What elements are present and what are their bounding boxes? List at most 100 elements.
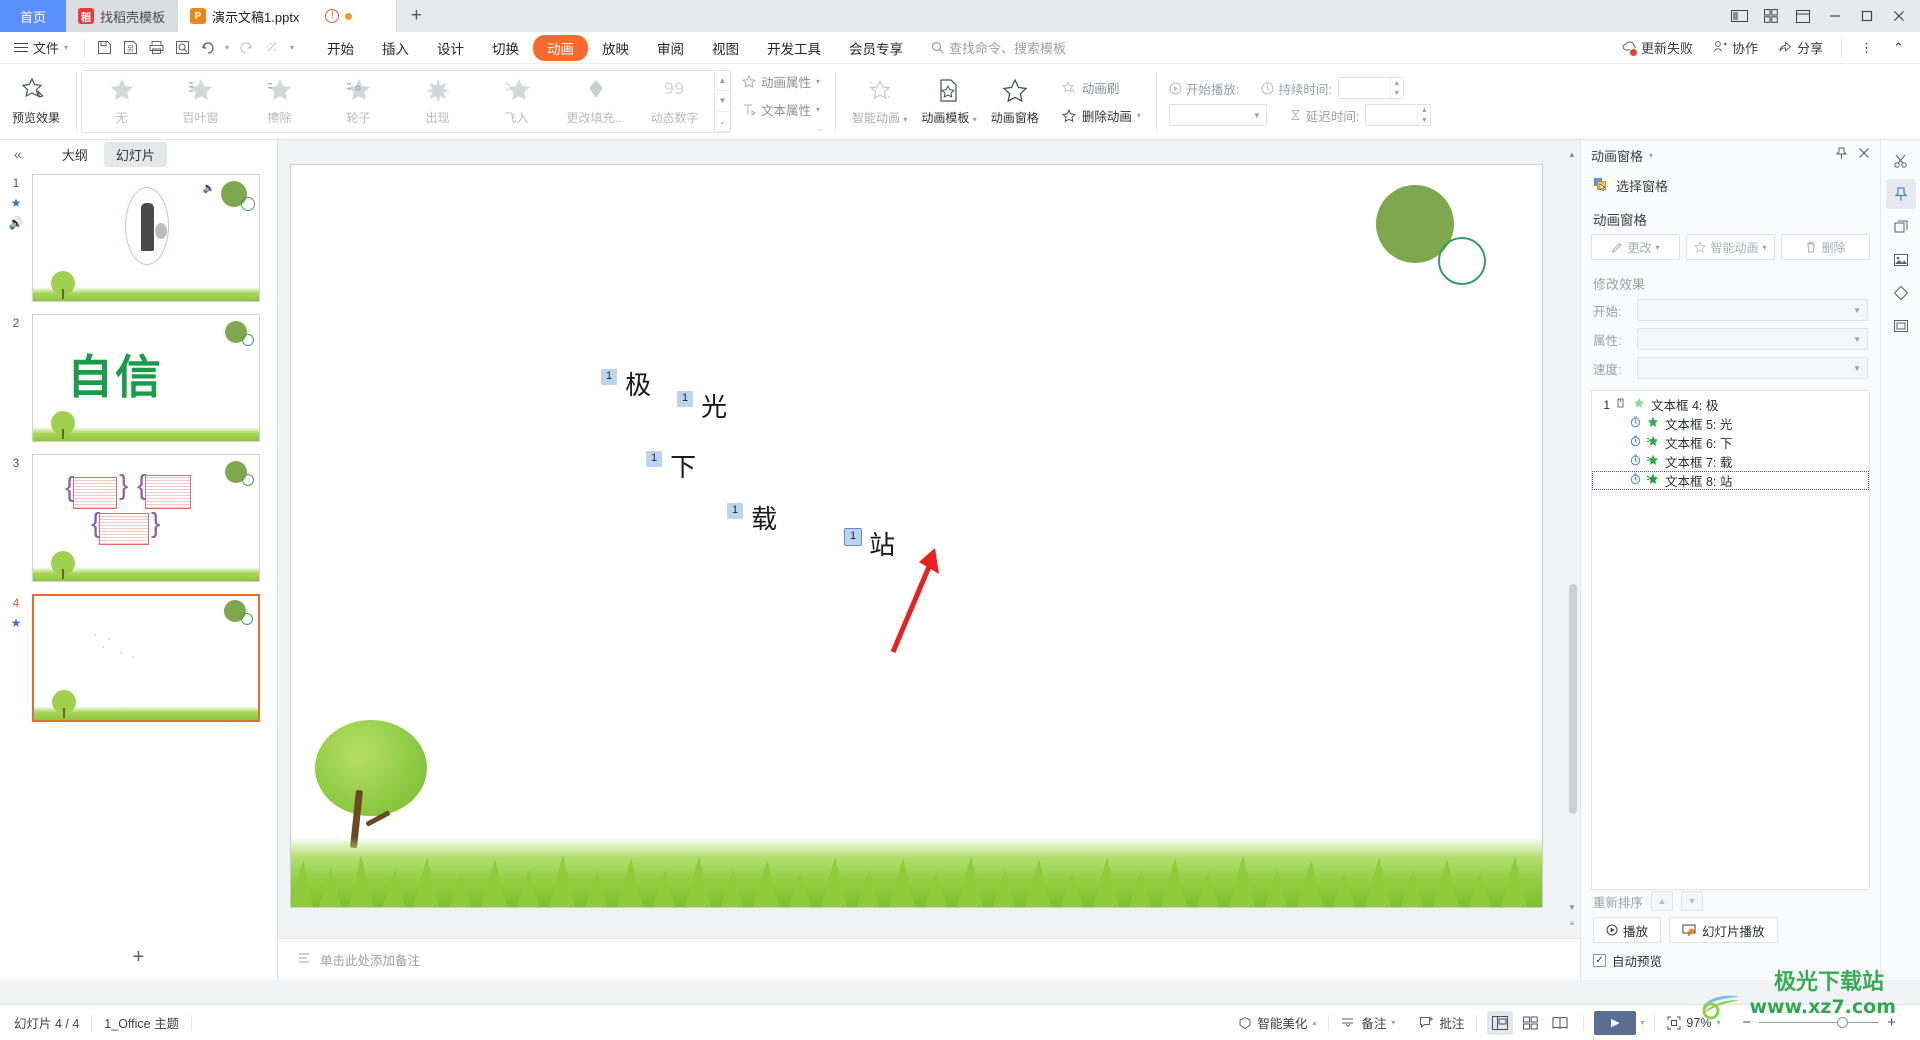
text-property-button[interactable]: 文本属性 ▾ xyxy=(735,97,827,122)
format-painter-icon[interactable] xyxy=(259,36,285,60)
anim-blinds[interactable]: 百叶窗 xyxy=(161,71,240,132)
anim-appear[interactable]: 出现 xyxy=(398,71,477,132)
pin-icon[interactable] xyxy=(1835,147,1848,163)
canvas-scrollbar[interactable]: ▲ ▼ ≡ xyxy=(1566,150,1578,930)
print-preview-icon[interactable] xyxy=(169,36,195,60)
tab-design[interactable]: 设计 xyxy=(423,35,478,61)
tab-animation[interactable]: 动画 xyxy=(533,34,589,61)
slide-item[interactable]: 2 自信 xyxy=(0,308,277,448)
slide-thumbnail-list[interactable]: 1 ★ 🔊 🔈 2 自信 3 {} {{} 4 ★ · · · · · xyxy=(0,168,277,934)
new-tab-button[interactable]: + xyxy=(397,0,435,32)
group-expander[interactable]: ⌐ xyxy=(735,125,827,134)
minimize-button[interactable] xyxy=(1820,1,1850,31)
delay-up[interactable]: ▲ xyxy=(1418,105,1430,115)
anim-word-1[interactable]: 1 极 xyxy=(601,365,651,402)
animation-list-item[interactable]: 文本框 5: 光 xyxy=(1592,414,1869,433)
scrollbar-thumb[interactable] xyxy=(1569,584,1577,814)
print-icon[interactable] xyxy=(143,36,169,60)
tab-slides[interactable]: 幻灯片 xyxy=(103,141,167,167)
reading-view-icon[interactable] xyxy=(1547,1011,1573,1035)
anim-none[interactable]: 无 xyxy=(82,71,161,132)
frame-tool-icon[interactable] xyxy=(1886,311,1916,341)
preview-effect-button[interactable]: 预览效果 xyxy=(5,64,67,139)
file-menu-button[interactable]: 文件 ▾ xyxy=(0,38,78,57)
autopreview-checkbox[interactable]: ✓ 自动预览 xyxy=(1581,951,1880,980)
split-view-icon[interactable] xyxy=(1724,1,1754,31)
notes-button[interactable]: 备注 ▾ xyxy=(1329,1013,1407,1032)
home-tab[interactable]: 首页 xyxy=(0,0,66,32)
tab-member[interactable]: 会员专享 xyxy=(835,35,917,61)
anim-word-3[interactable]: 1 下 xyxy=(646,447,696,484)
smart-animation-button[interactable]: 智能动画 ▾ xyxy=(845,64,914,139)
notes-bar[interactable]: 单击此处添加备注 xyxy=(278,938,1580,980)
delete-animation-button[interactable]: 删除 xyxy=(1781,234,1870,260)
undo-dropdown-icon[interactable]: ▾ xyxy=(221,36,233,60)
tab-review[interactable]: 审阅 xyxy=(643,35,698,61)
anim-word-4[interactable]: 1 载 xyxy=(727,499,777,536)
smart-animation-button[interactable]: 智能动画 ▾ xyxy=(1686,234,1775,260)
animation-item-list[interactable]: 1 文本框 4: 极 文本框 5: 光 文本框 6: 下 文本框 7: 载 文本… xyxy=(1591,390,1870,890)
slide-item[interactable]: 3 { } { { } xyxy=(0,448,277,588)
change-animation-button[interactable]: 更改 ▾ xyxy=(1591,234,1680,260)
tab-slideshow[interactable]: 放映 xyxy=(588,35,643,61)
slide-sorter-icon[interactable] xyxy=(1517,1011,1543,1035)
gallery-scroll-down[interactable]: ▼ xyxy=(715,91,731,112)
collaborate-button[interactable]: 协作 xyxy=(1705,35,1766,60)
tab-transition[interactable]: 切换 xyxy=(478,35,533,61)
anim-word-2[interactable]: 1 光 xyxy=(677,387,727,424)
zoom-out-button[interactable]: − xyxy=(1742,1014,1751,1031)
delay-input[interactable]: ▲ ▼ xyxy=(1365,104,1432,126)
duration-up[interactable]: ▲ xyxy=(1391,78,1403,88)
animation-template-button[interactable]: 动画模板 ▾ xyxy=(914,64,983,139)
undo-icon[interactable] xyxy=(195,36,221,60)
animation-list-item[interactable]: 1 文本框 4: 极 xyxy=(1592,395,1869,414)
gallery-scroll[interactable]: ▲ ▼ ⌄ xyxy=(714,71,731,132)
animation-list-item-selected[interactable]: 文本框 8: 站 xyxy=(1592,471,1869,490)
tab-insert[interactable]: 插入 xyxy=(368,35,423,61)
tab-developer[interactable]: 开发工具 xyxy=(753,35,835,61)
animation-list-item[interactable]: 文本框 6: 下 xyxy=(1592,433,1869,452)
slide-thumbnail[interactable]: · · · · · xyxy=(32,594,260,722)
share-button[interactable]: 分享 xyxy=(1770,35,1831,60)
anim-sequence-tag[interactable]: 1 xyxy=(601,369,618,385)
zoom-track[interactable] xyxy=(1759,1017,1880,1028)
anim-wipe[interactable]: 擦除 xyxy=(240,71,319,132)
search-command[interactable]: 查找命令、搜索模板 xyxy=(931,38,1066,57)
animation-brush-button[interactable]: 动画刷 xyxy=(1055,75,1148,100)
close-button[interactable] xyxy=(1884,1,1914,31)
image-tool-icon[interactable] xyxy=(1886,245,1916,275)
scissors-icon[interactable] xyxy=(1886,146,1916,176)
close-icon[interactable] xyxy=(1858,147,1870,163)
chevron-down-icon[interactable]: ▾ xyxy=(1640,1018,1644,1027)
gallery-scroll-up[interactable]: ▲ xyxy=(715,71,731,92)
more-options-button[interactable]: ⋮ xyxy=(1852,37,1881,59)
tab-presentation[interactable]: P 演示文稿1.pptx ! xyxy=(178,0,398,32)
normal-view-icon[interactable] xyxy=(1487,1010,1514,1035)
tab-start[interactable]: 开始 xyxy=(313,35,368,61)
slide-thumbnail[interactable]: 🔈 xyxy=(32,174,260,302)
scroll-next-slide-icon[interactable]: ≡ xyxy=(1566,919,1578,928)
update-status-button[interactable]: 更新失败 xyxy=(1614,35,1701,60)
zoom-slider[interactable]: − + xyxy=(1732,1014,1906,1031)
anim-dynamic-number[interactable]: 99 动态数字 xyxy=(635,71,714,132)
speed-select[interactable]: ▼ xyxy=(1637,357,1868,379)
gallery-expand[interactable]: ⌄ xyxy=(715,112,731,132)
redo-icon[interactable] xyxy=(233,36,259,60)
zoom-in-button[interactable]: + xyxy=(1887,1014,1896,1031)
slide-thumbnail[interactable]: { } { { } xyxy=(32,454,260,582)
pin-tool-icon[interactable] xyxy=(1885,179,1916,209)
duration-input[interactable]: ▲ ▼ xyxy=(1337,77,1404,99)
tab-view[interactable]: 视图 xyxy=(698,35,753,61)
layout-view-icon[interactable] xyxy=(1788,1,1818,31)
warning-icon[interactable]: ! xyxy=(325,9,340,23)
animation-pane-button[interactable]: 动画窗格 xyxy=(984,64,1046,139)
anim-sequence-tag[interactable]: 1 xyxy=(646,451,663,467)
delay-down[interactable]: ▼ xyxy=(1418,115,1430,125)
anim-change-fill[interactable]: 更改填充... xyxy=(556,71,635,132)
anim-wheel[interactable]: 轮子 xyxy=(319,71,398,132)
start-play-select[interactable]: ▼ xyxy=(1168,104,1267,126)
customize-toolbar-icon[interactable]: ▾ xyxy=(285,36,299,60)
fit-slide-button[interactable]: 97% ▾ xyxy=(1655,1016,1732,1030)
tab-outline[interactable]: 大纲 xyxy=(50,142,100,167)
beautify-button[interactable]: 智能美化 ▴ xyxy=(1226,1013,1328,1032)
